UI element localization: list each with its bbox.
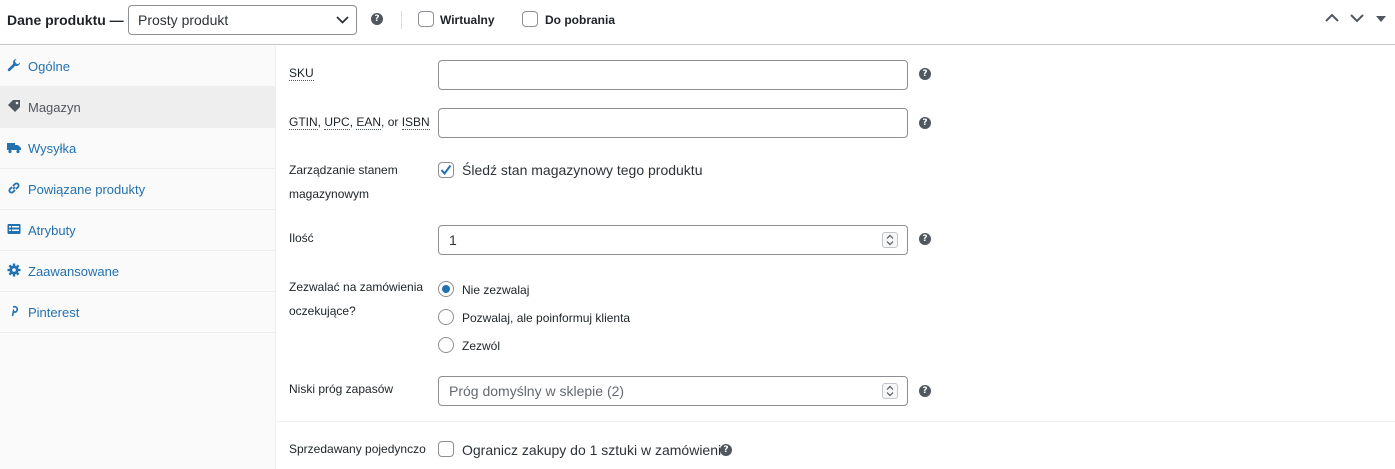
low-stock-label: Niski próg zapasów: [289, 382, 394, 396]
downloadable-label: Do pobrania: [545, 13, 616, 27]
product-data-header: Dane produktu — Prosty produkt ? Wirtual…: [0, 0, 1395, 45]
backorders-option-label: Zezwól: [462, 339, 501, 353]
tab-linked-products[interactable]: Powiązane produkty: [0, 169, 276, 210]
backorders-radio-no[interactable]: [438, 281, 454, 297]
help-icon[interactable]: ?: [919, 117, 931, 129]
stepper-arrows-icon: [886, 234, 894, 246]
gtin-label: GTIN, UPC, EAN, or ISBN: [289, 115, 430, 130]
manage-stock-checkbox-label: Śledź stan magazynowy tego produktu: [462, 162, 703, 178]
virtual-checkbox[interactable]: [418, 11, 434, 27]
section-divider: [277, 421, 1395, 422]
tab-shipping[interactable]: Wysyłka: [0, 128, 276, 169]
product-type-value: Prosty produkt: [138, 12, 229, 28]
product-data-tabs: Ogólne Magazyn Wysyłka Powiązane produkt…: [0, 46, 276, 469]
link-icon: [8, 182, 20, 194]
gtin-input[interactable]: [438, 108, 908, 138]
product-type-select[interactable]: Prosty produkt: [128, 5, 357, 35]
quantity-stepper[interactable]: [882, 232, 898, 248]
gear-icon: [7, 263, 21, 277]
tab-label: Atrybuty: [28, 223, 76, 238]
help-icon[interactable]: ?: [919, 385, 931, 397]
stepper-arrows-icon: [886, 385, 894, 397]
tab-label: Zaawansowane: [28, 264, 120, 279]
sku-input[interactable]: [438, 60, 908, 90]
divider: [401, 11, 402, 29]
tab-inventory[interactable]: Magazyn: [0, 87, 276, 128]
sku-label: SKU: [289, 66, 314, 81]
sold-individually-checkbox[interactable]: [438, 441, 454, 457]
pinterest-icon: [11, 305, 19, 317]
low-stock-input[interactable]: Próg domyślny w sklepie (2): [438, 376, 908, 406]
backorders-label: Zezwalać na zamówienia oczekujące?: [289, 280, 424, 318]
backorders-option-label: Pozwalaj, ale poinformuj klienta: [462, 311, 631, 325]
checkmark-icon: [440, 164, 452, 176]
low-stock-placeholder: Próg domyślny w sklepie (2): [449, 383, 625, 399]
downloadable-checkbox[interactable]: [522, 11, 538, 27]
quantity-value: 1: [449, 232, 457, 248]
product-data-title: Dane produktu —: [7, 12, 124, 28]
chevron-up-icon[interactable]: [1325, 13, 1339, 23]
tab-label: Wysyłka: [28, 141, 77, 156]
tab-label: Powiązane produkty: [28, 182, 146, 197]
virtual-label: Wirtualny: [440, 13, 495, 27]
tab-label: Ogólne: [28, 59, 70, 74]
list-icon: [7, 224, 21, 234]
caret-down-icon[interactable]: [1376, 15, 1386, 23]
quantity-input[interactable]: 1: [438, 225, 908, 255]
tab-label: Magazyn: [28, 100, 81, 115]
manage-stock-checkbox[interactable]: [438, 162, 454, 178]
backorders-option-label: Nie zezwalaj: [462, 283, 530, 297]
quantity-label: Ilość: [289, 231, 314, 245]
wrench-icon: [7, 59, 20, 72]
help-icon[interactable]: ?: [919, 68, 931, 80]
sold-individually-checkbox-label: Ogranicz zakupy do 1 sztuki w zamówieniu: [462, 442, 729, 458]
low-stock-stepper[interactable]: [882, 383, 898, 399]
tab-label: Pinterest: [28, 305, 80, 320]
tab-pinterest[interactable]: Pinterest: [0, 292, 276, 333]
backorders-radio-yes[interactable]: [438, 337, 454, 353]
tab-advanced[interactable]: Zaawansowane: [0, 251, 276, 292]
tab-attributes[interactable]: Atrybuty: [0, 210, 276, 251]
tab-general[interactable]: Ogólne: [0, 46, 276, 87]
help-icon[interactable]: ?: [720, 444, 732, 456]
help-icon[interactable]: ?: [919, 233, 931, 245]
manage-stock-label: Zarządzanie stanem magazynowym: [289, 163, 398, 201]
tag-icon: [8, 100, 20, 112]
backorders-radio-notify[interactable]: [438, 309, 454, 325]
chevron-down-icon: [336, 16, 349, 24]
chevron-down-icon[interactable]: [1350, 13, 1364, 23]
truck-icon: [7, 143, 21, 154]
sold-individually-label: Sprzedawany pojedynczo: [289, 442, 426, 456]
help-icon[interactable]: ?: [371, 13, 383, 25]
